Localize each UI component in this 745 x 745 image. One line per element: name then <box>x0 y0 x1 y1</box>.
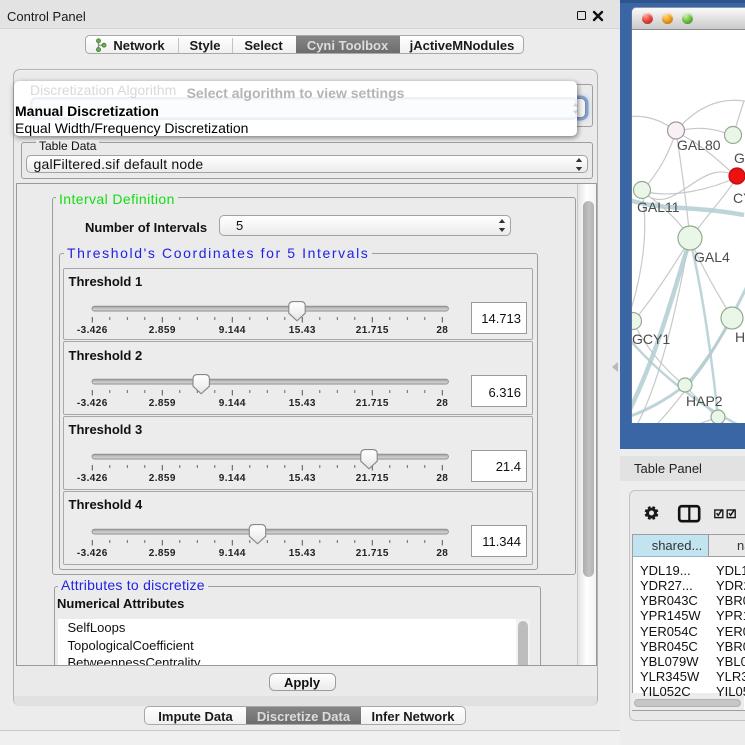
svg-text:2.859: 2.859 <box>148 548 175 559</box>
svg-text:9.144: 9.144 <box>218 473 245 484</box>
svg-text:21.715: 21.715 <box>355 548 388 559</box>
svg-text:28: 28 <box>436 325 448 336</box>
svg-text:15.43: 15.43 <box>288 398 315 409</box>
svg-text:21.715: 21.715 <box>355 473 388 484</box>
svg-text:15.43: 15.43 <box>288 548 315 559</box>
svg-text:15.43: 15.43 <box>288 325 315 336</box>
svg-text:GAL3: GAL3 <box>734 150 745 166</box>
svg-text:GAL80: GAL80 <box>677 137 721 153</box>
svg-text:-3.426: -3.426 <box>76 398 107 409</box>
svg-text:2.859: 2.859 <box>148 398 175 409</box>
svg-text:HAP2: HAP2 <box>686 393 723 409</box>
svg-text:2.859: 2.859 <box>148 473 175 484</box>
svg-text:2.859: 2.859 <box>148 325 175 336</box>
svg-text:HIS7: HIS7 <box>735 329 745 345</box>
svg-text:GAL4: GAL4 <box>694 249 730 265</box>
svg-text:-3.426: -3.426 <box>76 325 107 336</box>
svg-text:9.144: 9.144 <box>218 325 245 336</box>
svg-text:21.715: 21.715 <box>355 325 388 336</box>
svg-text:GAL11: GAL11 <box>637 199 680 215</box>
svg-text:15.43: 15.43 <box>288 473 315 484</box>
svg-text:CYC8: CYC8 <box>733 190 745 206</box>
svg-text:28: 28 <box>436 473 448 484</box>
svg-text:28: 28 <box>436 548 448 559</box>
svg-text:-3.426: -3.426 <box>76 548 107 559</box>
svg-text:21.715: 21.715 <box>355 398 388 409</box>
svg-text:-3.426: -3.426 <box>76 473 107 484</box>
svg-text:28: 28 <box>436 398 448 409</box>
svg-text:9.144: 9.144 <box>218 398 245 409</box>
svg-text:9.144: 9.144 <box>218 548 245 559</box>
svg-text:GCY1: GCY1 <box>632 331 670 347</box>
